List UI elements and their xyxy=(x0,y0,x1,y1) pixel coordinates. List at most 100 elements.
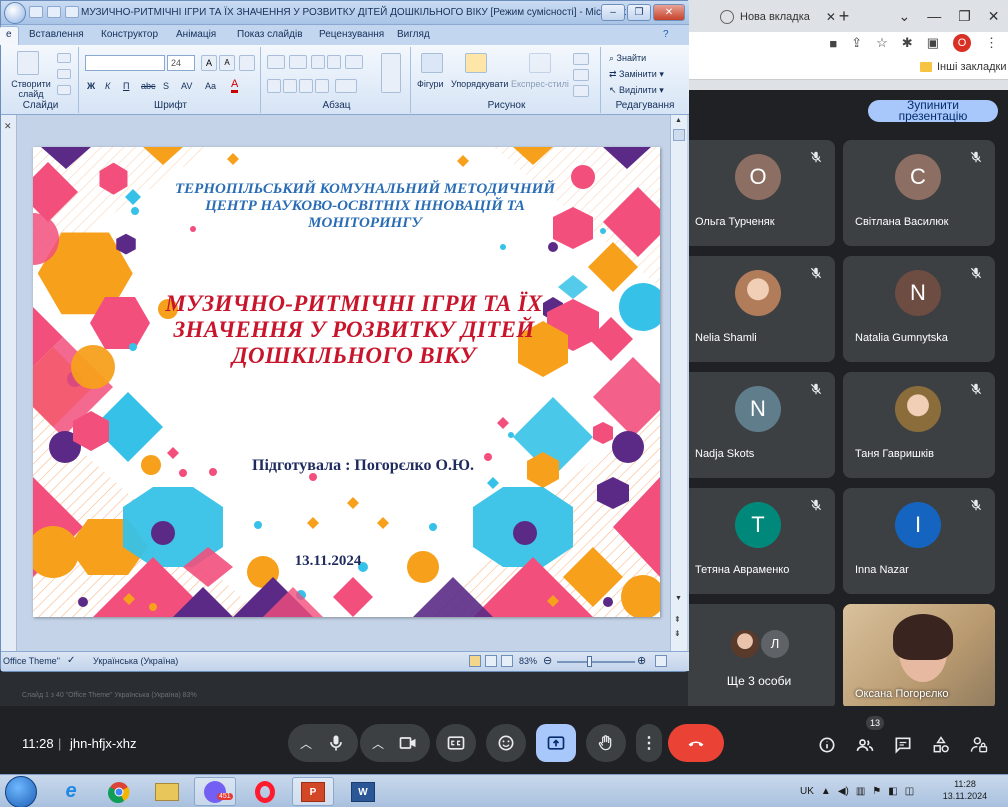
stop-presenting-button[interactable]: Зупинити презентацію xyxy=(868,99,998,122)
numbering-icon[interactable] xyxy=(289,55,307,69)
participant-tile[interactable]: I Inna Nazar xyxy=(843,488,995,594)
side-panel-icon[interactable]: ▣ xyxy=(927,35,939,51)
font-name-field[interactable] xyxy=(85,55,165,71)
tab-animation[interactable]: Анімація xyxy=(176,29,216,40)
clear-format-icon[interactable] xyxy=(239,55,255,71)
activities-button[interactable] xyxy=(928,732,954,758)
taskbar-word[interactable]: W xyxy=(342,777,384,806)
host-controls-button[interactable] xyxy=(966,732,992,758)
taskbar-opera[interactable] xyxy=(244,777,286,806)
restore-icon[interactable]: ❐ xyxy=(958,8,971,25)
tab-slideshow[interactable]: Показ слайдів xyxy=(237,29,303,40)
tab-design[interactable]: Конструктор xyxy=(101,29,158,40)
tab-insert[interactable]: Вставлення xyxy=(29,29,84,40)
find-button[interactable]: ⌕ Знайти xyxy=(609,53,646,64)
layout-icon[interactable] xyxy=(57,53,71,63)
shape-outline-icon[interactable] xyxy=(573,69,589,81)
notification-icon[interactable]: ◫ xyxy=(905,786,914,797)
taskbar-powerpoint[interactable]: P xyxy=(292,777,334,806)
reset-icon[interactable] xyxy=(57,69,71,79)
captions-button[interactable] xyxy=(436,724,476,762)
shapes-button[interactable]: Фігури xyxy=(417,79,444,89)
shapes-icon[interactable] xyxy=(421,53,443,73)
fit-to-window-icon[interactable] xyxy=(655,655,667,667)
speaker-icon[interactable]: ◀) xyxy=(838,786,849,797)
chat-button[interactable] xyxy=(890,732,916,758)
new-slide-button[interactable]: Створити слайд xyxy=(11,79,51,99)
raise-hand-button[interactable] xyxy=(586,724,626,762)
camera-options-chevron-icon[interactable]: ︿ xyxy=(372,735,384,752)
align-left-icon[interactable] xyxy=(267,79,281,93)
slideshow-view-icon[interactable] xyxy=(501,655,513,667)
tab-home[interactable]: е xyxy=(0,26,19,45)
shadow-button[interactable]: S xyxy=(163,81,169,91)
arrange-icon[interactable] xyxy=(465,53,487,73)
zoom-slider-track[interactable] xyxy=(557,661,635,663)
taskbar-clock[interactable]: 11:28 13.11.2024 xyxy=(940,778,990,802)
people-button[interactable] xyxy=(852,732,878,758)
participant-tile[interactable]: Nelia Shamli xyxy=(683,256,835,362)
sorter-view-icon[interactable] xyxy=(485,655,497,667)
participant-tile[interactable]: N Natalia Gumnytska xyxy=(843,256,995,362)
font-color-button[interactable]: A xyxy=(231,79,239,93)
tab-review[interactable]: Рецензування xyxy=(319,29,384,40)
slide-canvas[interactable]: ТЕРНОПІЛЬСЬКИЙ КОМУНАЛЬНИЙ МЕТОДИЧНИЙ ЦЕ… xyxy=(33,147,660,617)
save-icon[interactable] xyxy=(29,6,43,18)
quick-styles-icon[interactable] xyxy=(529,53,551,73)
strikethrough-button[interactable]: abc xyxy=(141,81,156,91)
indent-more-icon[interactable] xyxy=(327,55,341,69)
mic-icon[interactable] xyxy=(326,733,346,753)
line-spacing-icon[interactable] xyxy=(345,55,363,69)
indent-less-icon[interactable] xyxy=(311,55,325,69)
align-right-icon[interactable] xyxy=(299,79,313,93)
scroll-up-icon[interactable]: ▲ xyxy=(675,117,682,124)
normal-view-icon[interactable] xyxy=(469,655,481,667)
replace-button[interactable]: ⇄ Замінити ▾ xyxy=(609,69,664,80)
reactions-button[interactable] xyxy=(486,724,526,762)
videocam-icon[interactable] xyxy=(398,733,418,753)
redo-icon[interactable] xyxy=(65,6,79,18)
bold-button[interactable]: Ж xyxy=(87,81,95,91)
minimize-icon[interactable]: — xyxy=(927,8,941,24)
participant-tile[interactable]: Л Ще 3 особи xyxy=(683,604,835,710)
tab-search-icon[interactable]: ⌄ xyxy=(898,8,910,25)
present-button[interactable] xyxy=(536,724,576,762)
participant-tile[interactable]: N Nadja Skots xyxy=(683,372,835,478)
taskbar-explorer[interactable] xyxy=(146,777,188,806)
change-case-button[interactable]: Aa xyxy=(205,81,216,91)
zoom-slider-thumb[interactable] xyxy=(587,656,592,667)
font-size-field[interactable]: 24 xyxy=(167,55,195,71)
spacing-button[interactable]: AV xyxy=(181,81,192,91)
arrange-button[interactable]: Упорядкувати xyxy=(451,79,508,89)
new-tab-button[interactable]: + xyxy=(832,5,856,29)
office-button[interactable] xyxy=(4,2,26,24)
zoom-in-icon[interactable]: ⊕ xyxy=(637,654,646,667)
justify-icon[interactable] xyxy=(315,79,329,93)
leave-call-button[interactable] xyxy=(668,724,724,762)
align-center-icon[interactable] xyxy=(283,79,297,93)
show-hidden-icons[interactable]: ▲ xyxy=(821,786,831,797)
bookmark-star-icon[interactable]: ☆ xyxy=(876,35,888,51)
participant-tile[interactable]: Таня Гавришків xyxy=(843,372,995,478)
camera-icon[interactable]: ■ xyxy=(829,36,837,51)
action-center-icon[interactable]: ⚑ xyxy=(872,786,881,797)
quick-styles-button[interactable]: Експрес-стилі xyxy=(511,79,569,89)
italic-button[interactable]: К xyxy=(105,81,110,91)
select-button[interactable]: ↖ Виділити ▾ xyxy=(609,85,664,96)
more-options-button[interactable]: ⋮ xyxy=(636,724,662,762)
meeting-details-button[interactable] xyxy=(814,732,840,758)
zoom-level[interactable]: 83% xyxy=(519,656,537,666)
help-icon[interactable]: ? xyxy=(663,29,669,40)
shape-fill-icon[interactable] xyxy=(573,53,589,65)
pane-close-icon[interactable]: ✕ xyxy=(4,121,12,132)
tab-new-tab[interactable]: Нова вкладка ✕ xyxy=(712,4,844,30)
start-button[interactable] xyxy=(5,776,37,807)
zoom-out-icon[interactable]: ⊖ xyxy=(543,654,552,667)
menu-icon[interactable]: ⋮ xyxy=(985,35,998,51)
profile-avatar[interactable]: O xyxy=(953,34,971,52)
underline-button[interactable]: П xyxy=(123,81,129,91)
ppt-minimize-button[interactable]: – xyxy=(601,4,625,21)
shrink-font-icon[interactable]: A xyxy=(219,55,235,71)
grow-font-icon[interactable]: A xyxy=(201,55,217,71)
prev-slide-icon[interactable]: ⇞ xyxy=(674,615,681,624)
